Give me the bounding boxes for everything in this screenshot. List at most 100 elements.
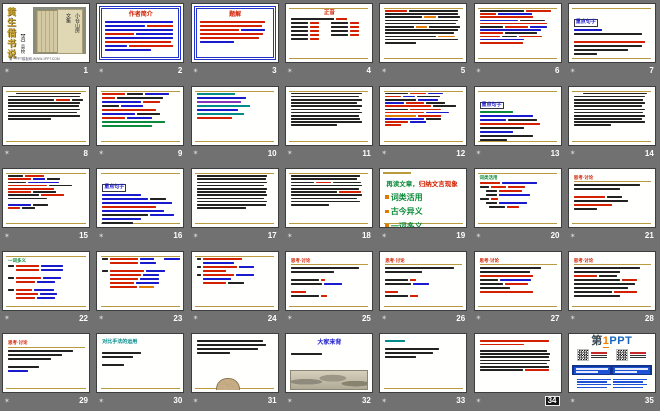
banner-box[interactable] xyxy=(574,367,611,374)
slide-thumbnail[interactable]: 思考·讨论 xyxy=(379,251,467,311)
old-books-photo: 小仓山房文集 xyxy=(33,7,86,54)
link-list[interactable] xyxy=(613,377,647,389)
slide-number[interactable]: 14 xyxy=(645,150,654,158)
slide-thumbnail[interactable] xyxy=(96,86,184,146)
slide-thumbnail[interactable]: 思考·讨论 xyxy=(474,251,562,311)
slide-thumbnail[interactable]: 大家来背 xyxy=(285,333,373,393)
text-segment xyxy=(117,97,163,99)
slide-number[interactable]: 13 xyxy=(551,150,560,158)
text-line xyxy=(197,185,274,187)
slide-number[interactable]: 10 xyxy=(268,150,277,158)
slide-thumbnail[interactable] xyxy=(379,3,467,63)
slide-number[interactable]: 35 xyxy=(645,397,654,405)
slide-body: 正音 xyxy=(291,10,368,57)
slide-thumbnail[interactable] xyxy=(285,168,373,228)
template-rule-bottom xyxy=(572,306,651,307)
slide-thumbnail[interactable] xyxy=(285,86,373,146)
slide-thumbnail[interactable] xyxy=(191,168,279,228)
slide-thumbnail[interactable]: 第1PPT xyxy=(568,333,656,393)
slide-thumbnail[interactable] xyxy=(474,3,562,63)
slide-thumbnail[interactable]: 思考·讨论 xyxy=(2,333,90,393)
slide-number[interactable]: 11 xyxy=(362,150,370,158)
slide-thumbnail[interactable]: 思考·讨论 xyxy=(568,168,656,228)
slide-thumbnail[interactable]: 重点句子 xyxy=(96,168,184,228)
slide-number[interactable]: 34 xyxy=(545,396,560,406)
slide-number[interactable]: 7 xyxy=(649,67,653,75)
slide-number[interactable]: 23 xyxy=(173,315,182,323)
slide-number[interactable]: 27 xyxy=(551,315,560,323)
text-segment xyxy=(197,93,236,95)
slide-number[interactable]: 16 xyxy=(173,232,182,240)
slide-thumbnail[interactable] xyxy=(2,168,90,228)
slide-number[interactable]: 19 xyxy=(456,232,465,240)
slide-number[interactable]: 22 xyxy=(79,315,88,323)
slide-number[interactable]: 2 xyxy=(178,67,182,75)
slide-thumbnail[interactable] xyxy=(379,86,467,146)
slide-number[interactable]: 5 xyxy=(461,67,465,75)
slide-number[interactable]: 31 xyxy=(268,397,277,405)
slide-number[interactable]: 15 xyxy=(79,232,88,240)
slide-thumbnail[interactable]: 思考·讨论 xyxy=(285,251,373,311)
text-segment xyxy=(426,118,441,120)
text-segment xyxy=(480,369,523,371)
slide-thumbnail[interactable] xyxy=(379,333,467,393)
slide-thumbnail[interactable]: 黄生借书说【清】袁枚小仓山房文集第一PPT模板网-WWW.1PPT.COM xyxy=(2,3,90,63)
slide-number[interactable]: 9 xyxy=(178,150,182,158)
slide-number[interactable]: 32 xyxy=(362,397,371,405)
text-line xyxy=(200,21,271,23)
slide-number[interactable]: 4 xyxy=(366,67,370,75)
slide-thumbnail[interactable]: 题解 xyxy=(191,3,279,63)
transition-star-icon: ✶ xyxy=(4,150,10,157)
slide-title: 思考·讨论 xyxy=(574,175,651,182)
text-line xyxy=(197,201,274,203)
slide-thumbnail[interactable] xyxy=(191,333,279,393)
banner-box[interactable] xyxy=(613,367,650,374)
slide-thumbnail[interactable]: 重点句子 xyxy=(474,86,562,146)
slide-number[interactable]: 20 xyxy=(551,232,560,240)
text-line xyxy=(480,32,557,34)
slide-number[interactable]: 29 xyxy=(79,397,88,405)
slide-number[interactable]: 17 xyxy=(268,232,277,240)
template-rule-top xyxy=(6,173,85,174)
link-list[interactable] xyxy=(577,377,611,389)
slide-thumbnail[interactable] xyxy=(474,333,562,393)
text-segment xyxy=(574,287,628,289)
slide-thumbnail[interactable]: 作者简介 xyxy=(96,3,184,63)
slide-number[interactable]: 8 xyxy=(84,150,88,158)
slide-number[interactable]: 33 xyxy=(456,397,465,405)
transition-star-icon: ✶ xyxy=(476,68,482,75)
text-line xyxy=(574,41,651,43)
slide-number[interactable]: 3 xyxy=(272,67,276,75)
slide-number[interactable]: 25 xyxy=(362,315,371,323)
text-segment xyxy=(110,258,138,260)
slide-thumbnail[interactable] xyxy=(96,251,184,311)
slide-thumbnail[interactable]: 词类活用 xyxy=(474,168,562,228)
slide-thumbnail[interactable]: 重点句子 xyxy=(568,3,656,63)
slide-number[interactable]: 12 xyxy=(456,150,465,158)
slide-footer: ✶28 xyxy=(568,313,656,325)
slide-thumbnail[interactable]: 对比手法的运用 xyxy=(96,333,184,393)
slide-thumbnail[interactable] xyxy=(2,86,90,146)
slide-number[interactable]: 1 xyxy=(84,67,88,75)
slide-thumbnail[interactable]: 再读文章，归纳文言现象词类活用古今异义一词多义 xyxy=(379,168,467,228)
slide-body: 思考·讨论 xyxy=(574,258,651,305)
slide-thumbnail[interactable] xyxy=(568,86,656,146)
slide-thumbnail[interactable]: 一词多义 xyxy=(2,251,90,311)
text-segment xyxy=(291,194,362,196)
slide-number[interactable]: 6 xyxy=(555,67,559,75)
slide-number[interactable]: 21 xyxy=(645,232,654,240)
slide-text-lines xyxy=(480,340,557,370)
slide-number[interactable]: 26 xyxy=(456,315,465,323)
slide-title: 正音 xyxy=(291,10,368,16)
slide-thumbnail[interactable] xyxy=(191,86,279,146)
slide-thumbnail[interactable]: 思考·讨论 xyxy=(568,251,656,311)
slide-footer: ✶4 xyxy=(285,65,373,77)
slide-thumbnail[interactable] xyxy=(191,251,279,311)
slide-number[interactable]: 30 xyxy=(173,397,182,405)
slide-thumbnail[interactable]: 正音 xyxy=(285,3,373,63)
text-segment xyxy=(291,121,362,123)
slide-number[interactable]: 18 xyxy=(362,232,371,240)
slide-number[interactable]: 28 xyxy=(645,315,654,323)
slide-number[interactable]: 24 xyxy=(268,315,277,323)
banner-text-line xyxy=(615,368,648,369)
